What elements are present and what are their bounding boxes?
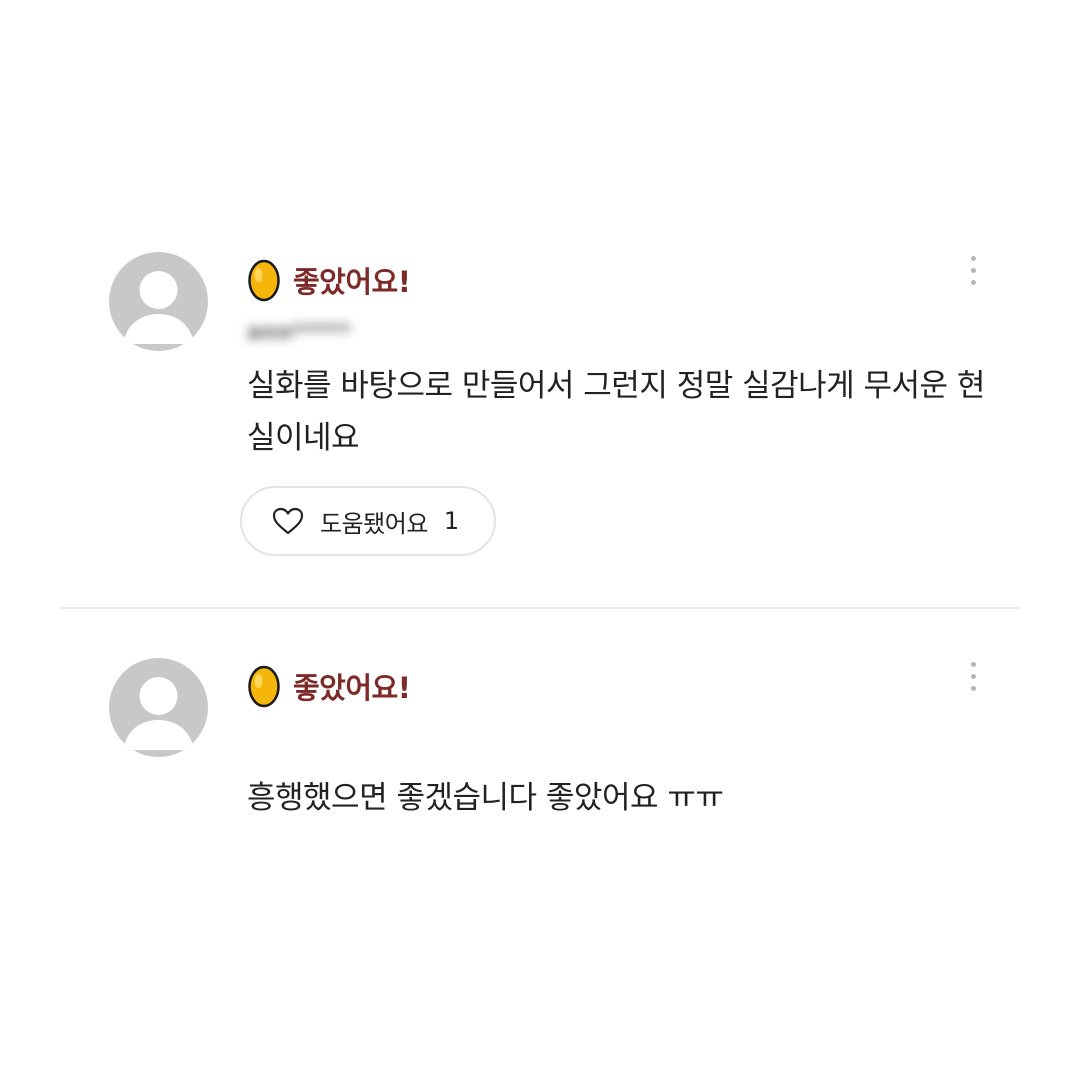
golden-egg-icon <box>248 665 280 708</box>
review-text: 흥행했으면 좋겠습니다 좋았어요 ㅠㅠ <box>247 780 724 816</box>
helpful-label: 도움됐어요 <box>320 509 428 538</box>
more-options-icon[interactable] <box>962 254 984 288</box>
review-text: 실화를 바탕으로 만들어서 그런지 정말 실감나게 무서운 현실이네요 <box>247 368 985 456</box>
default-profile-icon <box>123 677 194 750</box>
avatar <box>109 252 208 351</box>
golden-egg-icon <box>248 259 280 302</box>
helpful-count: 1 <box>443 507 460 535</box>
rating: 좋았어요! <box>247 664 411 708</box>
divider <box>60 607 1020 609</box>
review-card: 좋았어요! ann***** 실화를 바탕으로 만들어서 그런지 정말 실감나게… <box>0 252 1080 572</box>
reviewer-meta: ann***** <box>247 320 373 345</box>
reviewer-name: ann***** <box>247 320 351 345</box>
avatar <box>109 658 208 757</box>
default-profile-icon <box>123 271 194 344</box>
review-card: 좋았어요! 흥행했으면 좋겠습니다 좋았어요 ㅠㅠ <box>0 658 1080 858</box>
rating: 좋았어요! <box>247 258 411 302</box>
more-options-icon[interactable] <box>962 660 984 694</box>
heart-outline-icon <box>272 507 304 535</box>
rating-label: 좋았어요! <box>293 671 411 705</box>
helpful-button[interactable]: 도움됐어요 1 <box>240 486 496 556</box>
rating-label: 좋았어요! <box>293 265 411 299</box>
